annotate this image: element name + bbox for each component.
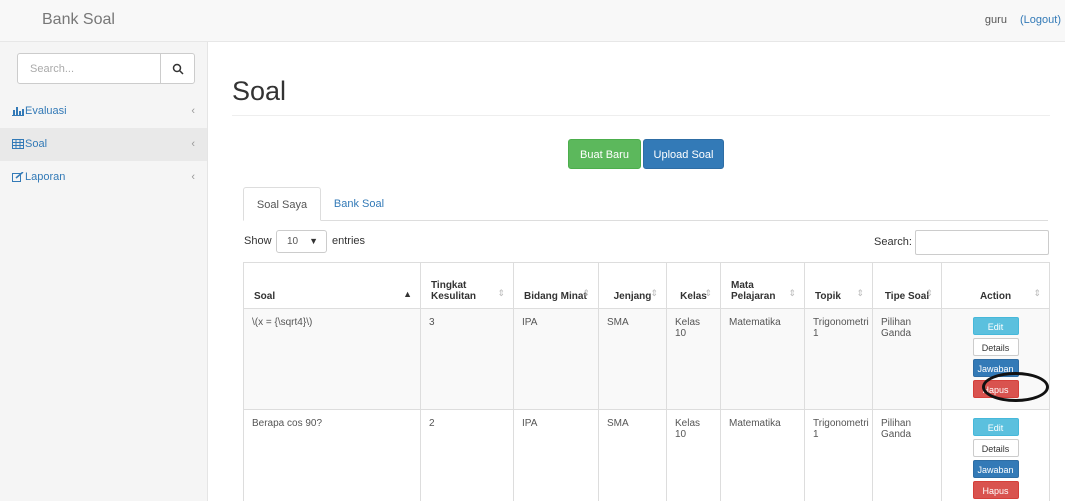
tab-bank-soal[interactable]: Bank Soal xyxy=(324,187,394,221)
user-menu: guru (Logout) xyxy=(985,14,1061,26)
sidebar-item-label: Soal xyxy=(25,138,48,150)
col-header-label: Kelas xyxy=(680,291,707,302)
table-row: Berapa cos 90? 2 IPA SMA Kelas 10 Matema… xyxy=(243,409,1050,501)
sort-icon: ⇕ xyxy=(788,288,796,298)
cell-tingkat: 3 xyxy=(420,308,514,410)
hapus-button[interactable]: Hapus xyxy=(972,481,1019,499)
col-header-label: Action xyxy=(979,291,1012,302)
col-header-topik[interactable]: Topik ⇕ xyxy=(804,262,873,309)
col-header-tipe[interactable]: Tipe Soal ⇕ xyxy=(872,262,942,309)
cell-kelas: Kelas 10 xyxy=(666,308,721,410)
cell-topik: Trigonometri 1 xyxy=(804,409,873,501)
sidebar-item-soal[interactable]: Soal ‹ xyxy=(0,128,207,161)
cell-mapel: Matematika xyxy=(720,308,805,410)
cell-kelas: Kelas 10 xyxy=(666,409,721,501)
cell-tipe: Pilihan Ganda xyxy=(872,409,942,501)
col-header-label: Jenjang xyxy=(613,291,652,302)
sidebar: Search... Evaluasi ‹ Soal ‹ Laporan ‹ xyxy=(0,42,208,501)
sort-icon: ⇕ xyxy=(1033,288,1041,298)
username: guru xyxy=(984,14,1007,26)
chevron-left-icon: ‹ xyxy=(191,138,195,150)
table-search-label: Search: xyxy=(874,236,912,248)
tab-bar: Soal Saya Bank Soal xyxy=(243,187,1048,221)
col-header-label: Tipe Soal xyxy=(884,291,930,302)
col-header-kelas[interactable]: Kelas ⇕ xyxy=(666,262,721,309)
top-navbar: Bank Soal guru (Logout) xyxy=(0,0,1065,42)
edit-icon xyxy=(12,172,24,182)
create-new-button[interactable]: Buat Baru xyxy=(568,139,641,169)
jawaban-button[interactable]: Jawaban xyxy=(972,460,1019,478)
sort-asc-icon: ▲ xyxy=(403,289,412,299)
sidebar-search[interactable]: Search... xyxy=(17,53,195,84)
cell-mapel: Matematika xyxy=(720,409,805,501)
caret-down-icon: ▼ xyxy=(309,236,318,246)
search-input[interactable]: Search... xyxy=(30,63,74,75)
edit-button[interactable]: Edit xyxy=(972,418,1019,436)
cell-tipe: Pilihan Ganda xyxy=(872,308,942,410)
edit-button[interactable]: Edit xyxy=(972,317,1019,335)
details-button[interactable]: Details xyxy=(972,439,1019,457)
cell-bidang: IPA xyxy=(513,308,599,410)
sort-icon: ⇕ xyxy=(704,288,712,298)
upload-soal-button[interactable]: Upload Soal xyxy=(643,139,724,169)
col-header-soal[interactable]: Soal ▲ xyxy=(243,262,421,309)
col-header-label: Bidang Minat xyxy=(524,291,587,302)
cell-action: Edit Details Jawaban Hapus xyxy=(941,308,1050,410)
col-header-tingkat[interactable]: Tingkat Kesulitan ⇕ xyxy=(420,262,514,309)
sort-icon: ⇕ xyxy=(925,288,933,298)
tab-soal-saya[interactable]: Soal Saya xyxy=(243,187,321,221)
table-icon xyxy=(12,139,24,149)
chevron-left-icon: ‹ xyxy=(191,171,195,183)
sidebar-item-laporan[interactable]: Laporan ‹ xyxy=(0,161,207,194)
bar-chart-icon xyxy=(12,107,24,116)
cell-tingkat: 2 xyxy=(420,409,514,501)
sort-icon: ⇕ xyxy=(856,288,864,298)
col-header-jenjang[interactable]: Jenjang ⇕ xyxy=(598,262,667,309)
chevron-left-icon: ‹ xyxy=(191,105,195,117)
cell-soal: Berapa cos 90? xyxy=(243,409,421,501)
sort-icon: ⇕ xyxy=(650,288,658,298)
cell-action: Edit Details Jawaban Hapus xyxy=(941,409,1050,501)
cell-jenjang: SMA xyxy=(598,308,667,410)
cell-jenjang: SMA xyxy=(598,409,667,501)
cell-topik: Trigonometri 1 xyxy=(804,308,873,410)
cell-soal: \(x = {\sqrt4}\) xyxy=(243,308,421,410)
col-header-label: Mata Pelajaran xyxy=(731,280,776,302)
soal-table: Soal ▲ Tingkat Kesulitan ⇕ Bidang Minat ⇕ J… xyxy=(243,262,1050,501)
sidebar-item-evaluasi[interactable]: Evaluasi ‹ xyxy=(0,95,207,128)
cell-bidang: IPA xyxy=(513,409,599,501)
divider xyxy=(232,115,1050,116)
search-button[interactable] xyxy=(160,54,194,83)
sort-icon: ⇕ xyxy=(582,288,590,298)
brand-logo[interactable]: Bank Soal xyxy=(42,11,115,29)
entries-select[interactable]: 10 ▼ xyxy=(276,230,327,253)
col-header-label: Topik xyxy=(815,291,841,302)
col-header-label: Tingkat Kesulitan xyxy=(431,280,477,302)
logout-link[interactable]: (Logout) xyxy=(1020,14,1061,26)
table-row: \(x = {\sqrt4}\) 3 IPA SMA Kelas 10 Mate… xyxy=(243,308,1050,410)
col-header-label: Soal xyxy=(254,291,276,302)
sort-icon: ⇕ xyxy=(497,288,505,298)
entries-value: 10 xyxy=(287,236,299,247)
details-button[interactable]: Details xyxy=(972,338,1019,356)
col-header-bidang[interactable]: Bidang Minat ⇕ xyxy=(513,262,599,309)
table-header-row: Soal ▲ Tingkat Kesulitan ⇕ Bidang Minat ⇕ J… xyxy=(243,262,1050,309)
entries-label: entries xyxy=(332,235,366,247)
sidebar-item-label: Evaluasi xyxy=(25,105,67,117)
col-header-mapel[interactable]: Mata Pelajaran ⇕ xyxy=(720,262,805,309)
page-title: Soal xyxy=(232,76,287,106)
col-header-action[interactable]: Action ⇕ xyxy=(941,262,1050,309)
jawaban-button[interactable]: Jawaban xyxy=(972,359,1019,377)
sidebar-item-label: Laporan xyxy=(25,171,66,183)
table-search-input[interactable] xyxy=(915,230,1049,255)
hapus-button[interactable]: Hapus xyxy=(972,380,1019,398)
search-icon xyxy=(172,63,184,75)
show-label: Show xyxy=(244,235,272,247)
